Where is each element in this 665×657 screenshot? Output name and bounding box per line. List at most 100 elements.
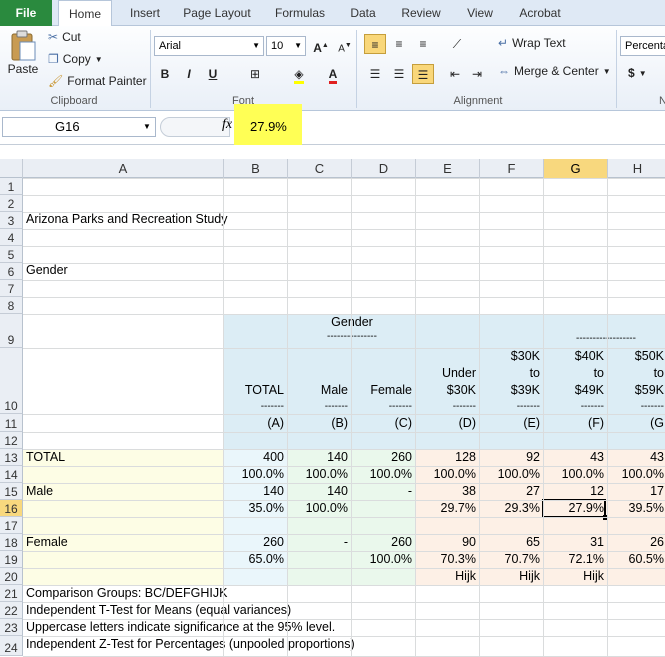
data-cell[interactable]: 43 [608,450,664,465]
tab-review[interactable]: Review [398,0,444,26]
row-header[interactable]: 19 [0,551,23,568]
format-painter-button[interactable]: 🖌 Format Painter [48,74,147,88]
tab-file[interactable]: File [0,0,52,26]
column-header[interactable]: A [23,159,224,178]
row-header[interactable]: 9 [0,314,23,348]
row-header[interactable]: 20 [0,568,23,585]
align-middle-button[interactable]: ≡ [388,34,410,54]
tab-acrobat[interactable]: Acrobat [515,0,565,26]
align-center-button[interactable]: ☰ [388,64,410,84]
data-cell[interactable]: 100.0% [288,467,348,482]
data-cell[interactable]: 100.0% [608,467,664,482]
data-cell[interactable]: - [288,535,348,550]
row-header[interactable]: 17 [0,517,23,534]
row-header[interactable]: 24 [0,636,23,656]
row-header[interactable]: 23 [0,619,23,636]
increase-indent-button[interactable]: ⇥ [466,64,488,84]
data-cell[interactable]: 60.5% [608,552,664,567]
align-top-button[interactable]: ≡ [364,34,386,54]
fx-icon[interactable]: fx [222,117,232,133]
data-cell[interactable]: 100.0% [352,467,412,482]
column-header-selected[interactable]: G [544,159,608,178]
align-bottom-button[interactable]: ≡ [412,34,434,54]
data-cell[interactable]: 17 [608,484,664,499]
data-cell[interactable]: 128 [416,450,476,465]
fill-color-button[interactable]: ◈ [288,64,310,84]
row-header[interactable]: 2 [0,195,23,212]
select-all-corner[interactable] [0,159,23,178]
column-header[interactable]: H [608,159,665,178]
copy-button[interactable]: ❐ Copy ▼ [48,52,103,66]
tab-page-layout[interactable]: Page Layout [180,0,254,26]
row-header[interactable]: 6 [0,263,23,280]
data-cell[interactable]: 140 [224,484,284,499]
row-header[interactable]: 3 [0,212,23,229]
row-header[interactable]: 8 [0,297,23,314]
data-cell[interactable]: 70.3% [416,552,476,567]
align-right-button[interactable]: ☰ [412,64,434,84]
grow-font-button[interactable]: A▲ [310,36,332,56]
column-header[interactable]: C [288,159,352,178]
data-cell[interactable]: 260 [352,450,412,465]
borders-button[interactable]: ⊞ [244,64,266,84]
row-header[interactable]: 14 [0,466,23,483]
font-name-box[interactable]: Arial ▼ [154,36,264,56]
tab-formulas[interactable]: Formulas [271,0,329,26]
column-header[interactable]: F [480,159,544,178]
row-header[interactable]: 11 [0,414,23,432]
name-box[interactable]: G16 ▼ [2,117,156,137]
column-header[interactable]: B [224,159,288,178]
data-cell[interactable]: 92 [480,450,540,465]
row-header-selected[interactable]: 16 [0,500,23,517]
row-header[interactable]: 15 [0,483,23,500]
formula-bar-divider[interactable] [160,117,230,137]
data-cell[interactable]: 90 [416,535,476,550]
row-header[interactable]: 18 [0,534,23,551]
row-header[interactable]: 4 [0,229,23,246]
data-cell[interactable]: 35.0% [224,501,284,516]
data-cell[interactable]: 400 [224,450,284,465]
tab-data[interactable]: Data [345,0,381,26]
row-header[interactable]: 21 [0,585,23,602]
data-cell[interactable]: 38 [416,484,476,499]
row-header[interactable]: 12 [0,432,23,449]
data-cell[interactable]: 39.5% [608,501,664,516]
data-cell[interactable]: 70.7% [480,552,540,567]
column-header[interactable]: D [352,159,416,178]
number-format-box[interactable]: Percenta [620,36,665,56]
selected-cell-value[interactable]: 27.9% [544,501,604,516]
column-header[interactable]: E [416,159,480,178]
tab-insert[interactable]: Insert [125,0,165,26]
currency-button[interactable]: $ ▼ [628,66,647,80]
data-cell[interactable]: Hijk [480,569,540,584]
font-size-box[interactable]: 10 ▼ [266,36,306,56]
shrink-font-button[interactable]: A▼ [334,36,356,56]
wrap-text-button[interactable]: ↵ Wrap Text [498,36,566,50]
orientation-button[interactable]: ⟋ [446,34,468,54]
data-cell[interactable]: 31 [544,535,604,550]
row-header[interactable]: 22 [0,602,23,619]
data-cell[interactable]: - [352,484,412,499]
data-cell[interactable]: 72.1% [544,552,604,567]
merge-center-button[interactable]: ⇔ Merge & Center ▼ [498,64,611,78]
data-cell[interactable]: 29.3% [480,501,540,516]
data-cell[interactable]: 26 [608,535,664,550]
font-color-button[interactable]: A [322,64,344,84]
cut-button[interactable]: ✂ Cut [48,30,81,44]
decrease-indent-button[interactable]: ⇤ [444,64,466,84]
data-cell[interactable]: 140 [288,450,348,465]
data-cell[interactable]: 260 [224,535,284,550]
formula-value[interactable]: 27.9% [250,119,287,134]
data-cell[interactable]: 65 [480,535,540,550]
data-cell[interactable]: 100.0% [480,467,540,482]
underline-button[interactable]: U [202,64,224,84]
tab-home[interactable]: Home [58,0,112,27]
data-cell[interactable]: 43 [544,450,604,465]
data-cell[interactable]: 100.0% [224,467,284,482]
row-header[interactable]: 7 [0,280,23,297]
data-cell[interactable]: 260 [352,535,412,550]
data-cell[interactable]: 27 [480,484,540,499]
align-left-button[interactable]: ☰ [364,64,386,84]
italic-button[interactable]: I [178,64,200,84]
paste-button[interactable]: Paste [6,30,40,76]
